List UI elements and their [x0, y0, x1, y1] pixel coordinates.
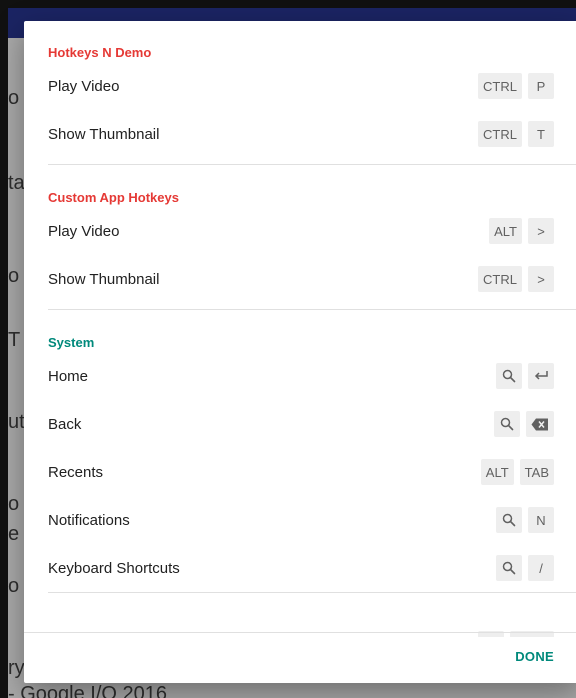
shortcut-row[interactable]: Keyboard Shortcuts /: [24, 544, 576, 592]
shortcut-label: Keyboard Shortcuts: [48, 559, 180, 577]
shortcut-keys: /: [496, 555, 554, 581]
shortcut-row[interactable]: Back: [24, 400, 576, 448]
keycap: TAB: [519, 459, 554, 485]
keycap: >: [528, 218, 554, 244]
keycap: N: [528, 507, 554, 533]
shortcut-row[interactable]: Play Video CTRL P: [24, 62, 576, 110]
shortcut-row[interactable]: Recents ALT TAB: [24, 448, 576, 496]
done-button[interactable]: DONE: [515, 649, 554, 664]
shortcut-label: Recents: [48, 463, 104, 481]
shortcut-keys: [494, 411, 554, 437]
search-icon: [494, 411, 520, 437]
shortcut-keys: CTRL T: [478, 121, 554, 147]
shortcut-list[interactable]: Hotkeys N Demo Play Video CTRL P Show Thumbn…: [24, 21, 576, 633]
keycap: ALT: [480, 459, 514, 485]
keyboard-shortcuts-dialog: Hotkeys N Demo Play Video CTRL P Show Thumbn…: [24, 21, 576, 683]
shortcut-keys: CTRL P: [478, 73, 554, 99]
shortcut-group: Custom App Hotkeys Play Video ALT > Show Thu…: [24, 165, 576, 303]
search-icon: [496, 555, 522, 581]
search-icon: [496, 507, 522, 533]
shortcut-label: Show Thumbnail: [48, 125, 160, 143]
list-end-divider: [48, 592, 576, 593]
shortcut-row[interactable]: Show Thumbnail CTRL T: [24, 110, 576, 158]
shortcut-keys: CTRL >: [478, 266, 554, 292]
backspace-icon: [526, 411, 554, 437]
group-title: Hotkeys N Demo: [48, 45, 152, 60]
keycap: CTRL: [478, 266, 522, 292]
shortcut-label: Back: [48, 415, 82, 433]
shortcut-label: Home: [48, 367, 89, 385]
shortcut-group: System Home Back Recents ALT TAB Notifications…: [24, 310, 576, 592]
keycap: >: [528, 266, 554, 292]
shortcut-row[interactable]: Notifications N: [24, 496, 576, 544]
group-title: System: [48, 335, 95, 350]
shortcut-label: Show Thumbnail: [48, 270, 160, 288]
keycap: ALT: [489, 218, 522, 244]
shortcut-row[interactable]: Home: [24, 352, 576, 400]
shortcut-keys: ALT TAB: [480, 459, 554, 485]
enter-icon: [528, 363, 554, 389]
keycap: CTRL: [478, 121, 522, 147]
keycap: /: [528, 555, 554, 581]
shortcut-keys: [496, 363, 554, 389]
shortcut-group: Hotkeys N Demo Play Video CTRL P Show Thumbn…: [24, 21, 576, 158]
keycap: T: [528, 121, 554, 147]
shortcut-keys: N: [496, 507, 554, 533]
keycap: CTRL: [478, 73, 522, 99]
shortcut-keys: ALT >: [489, 218, 554, 244]
keycap: P: [528, 73, 554, 99]
shortcut-label: Notifications: [48, 511, 130, 529]
dialog-footer: DONE: [24, 632, 576, 683]
shortcut-label: Play Video: [48, 222, 120, 240]
shortcut-label: Play Video: [48, 77, 120, 95]
group-title: Custom App Hotkeys: [48, 190, 179, 205]
search-icon: [496, 363, 522, 389]
shortcut-row[interactable]: Show Thumbnail CTRL >: [24, 255, 576, 303]
shortcut-row[interactable]: Play Video ALT >: [24, 207, 576, 255]
